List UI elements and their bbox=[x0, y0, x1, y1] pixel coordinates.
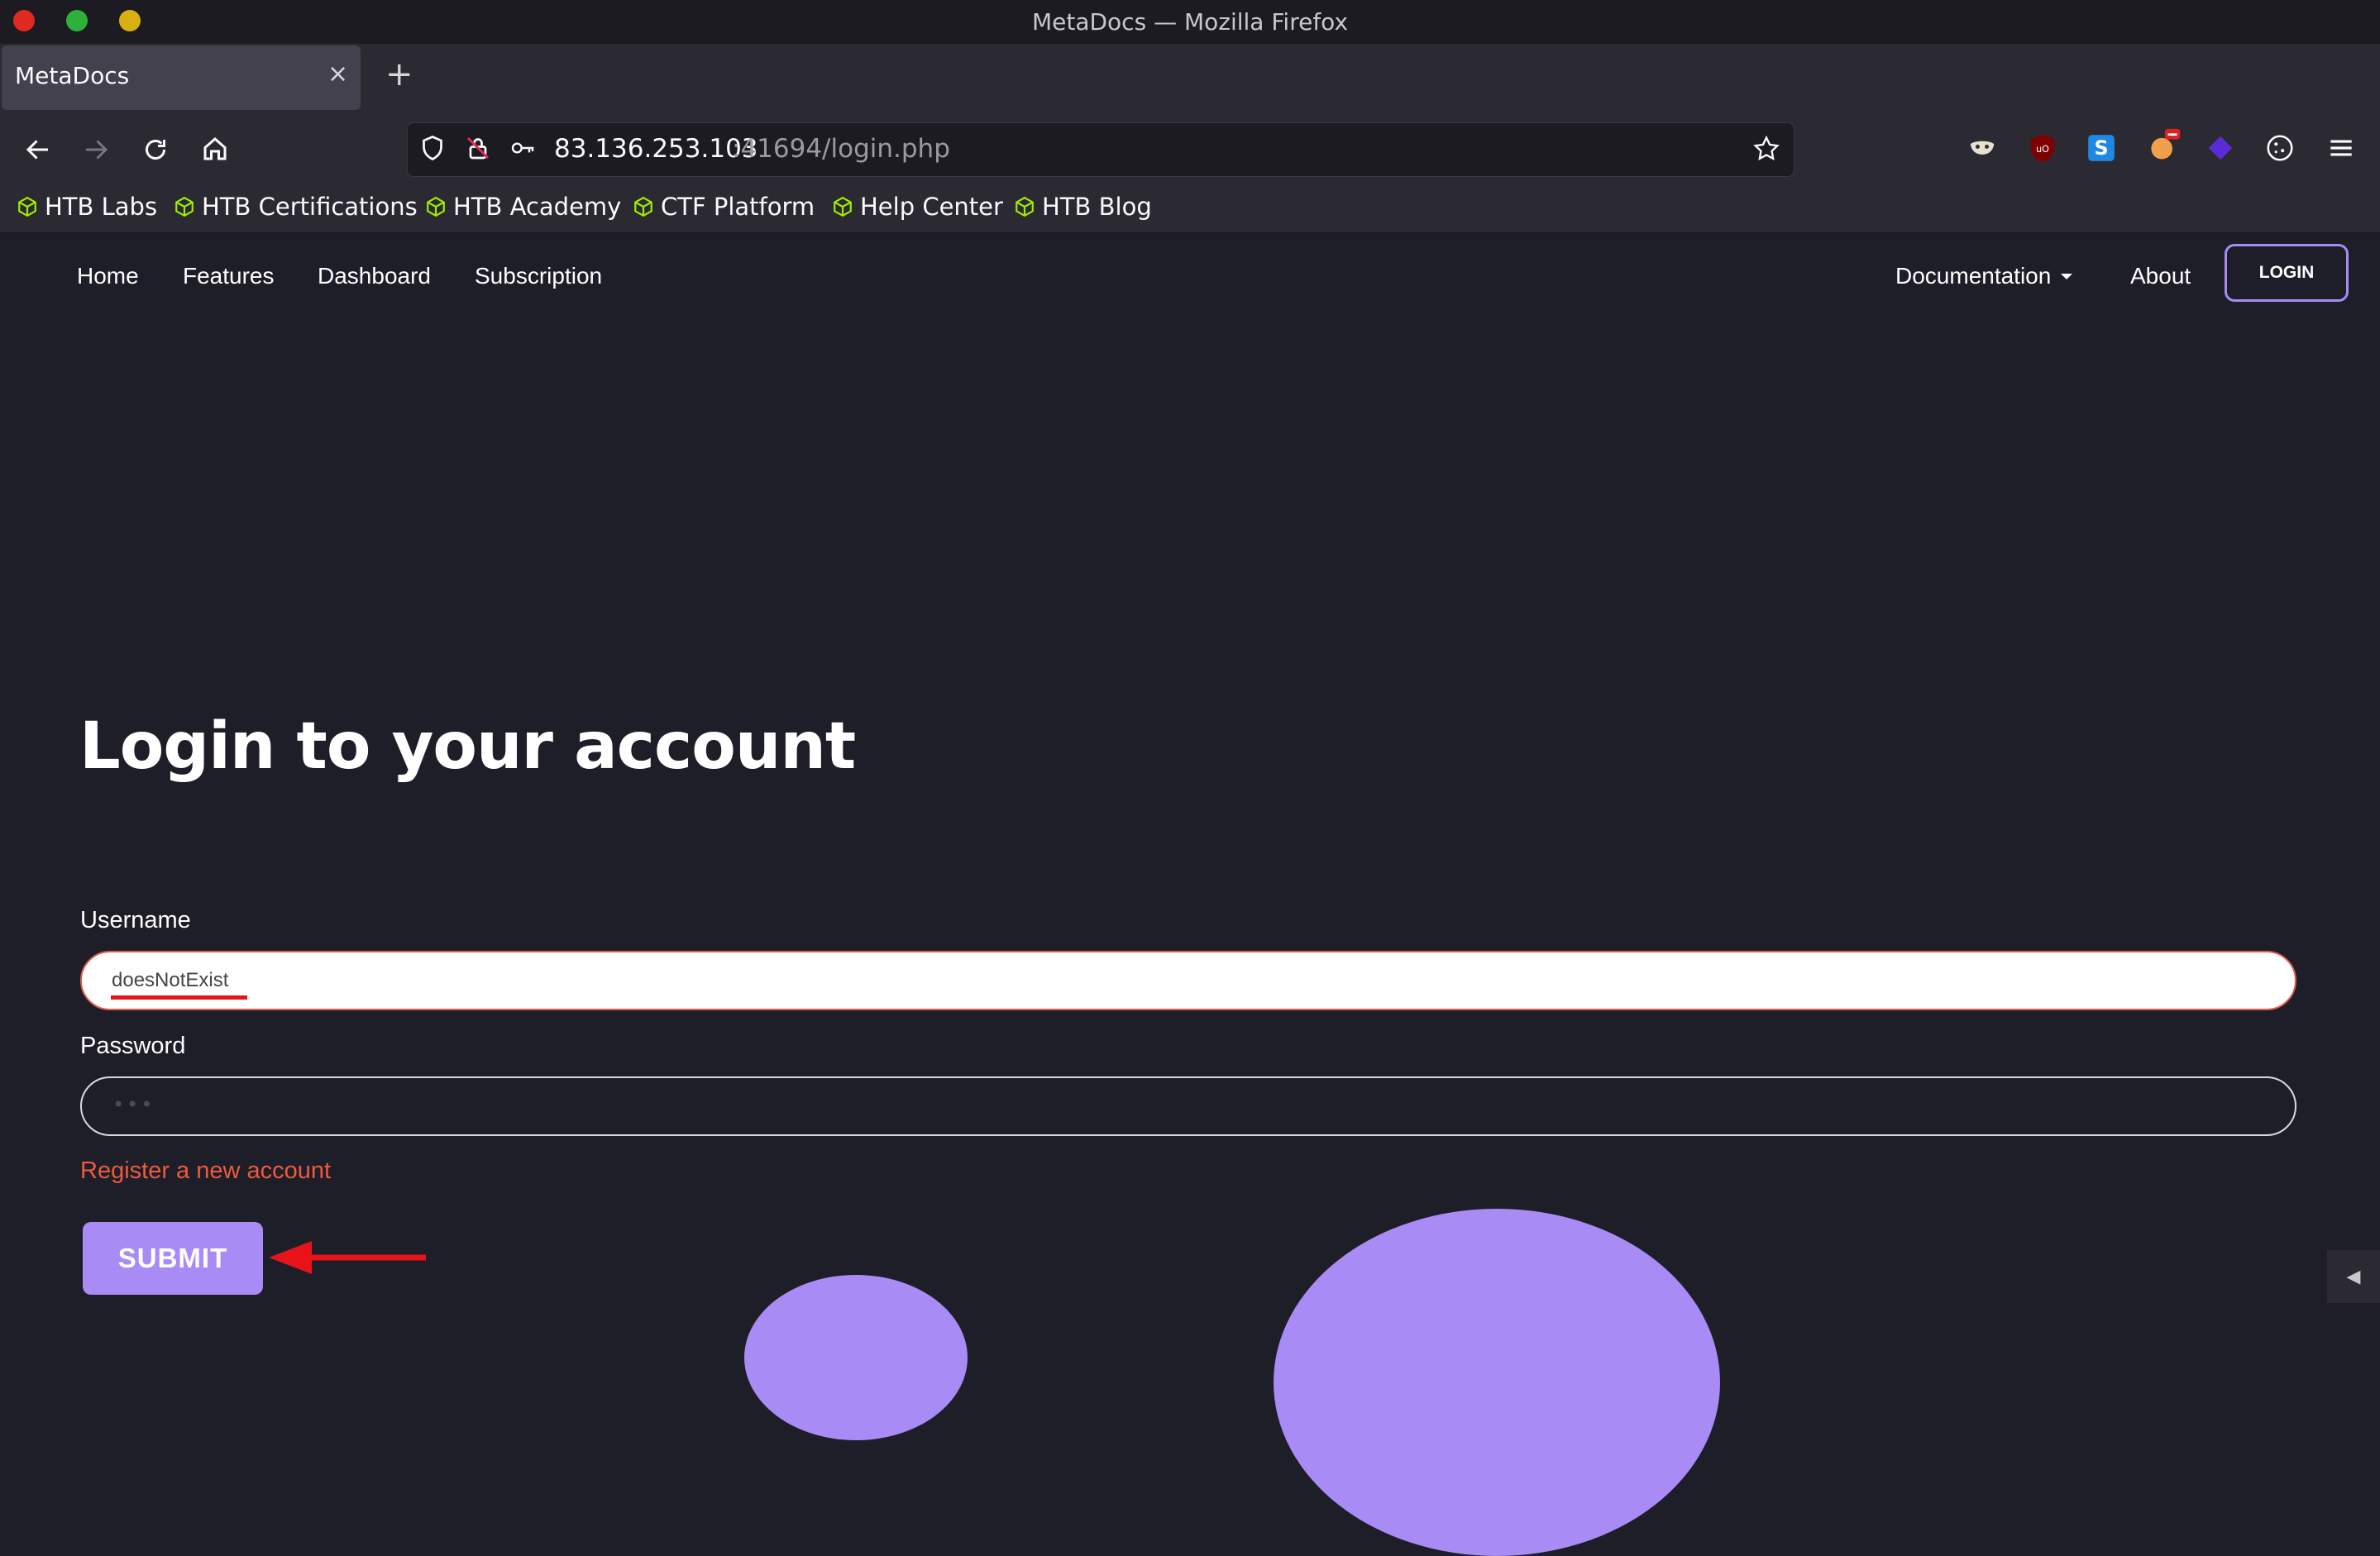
bookmark-star-icon[interactable] bbox=[1752, 134, 1781, 164]
svg-text:uO: uO bbox=[2036, 144, 2049, 155]
decorative-blob-large bbox=[1274, 1209, 1720, 1556]
nav-about[interactable]: About bbox=[2130, 263, 2191, 289]
back-arrow-icon[interactable] bbox=[23, 135, 53, 165]
extension-mask-icon[interactable] bbox=[1967, 132, 1998, 164]
htb-cube-icon bbox=[834, 196, 852, 217]
caret-down-icon bbox=[2061, 274, 2073, 279]
decorative-blob-small bbox=[744, 1275, 968, 1440]
nav-home[interactable]: Home bbox=[77, 263, 139, 289]
url-host: 83.136.253.103 bbox=[554, 134, 758, 164]
register-link[interactable]: Register a new account bbox=[80, 1157, 331, 1185]
bookmark-htb-certifications[interactable]: HTB Certifications bbox=[174, 193, 418, 221]
password-label: Password bbox=[80, 1033, 186, 1059]
bookmark-label: HTB Certifications bbox=[202, 193, 418, 221]
extension-s-icon[interactable]: S bbox=[2086, 132, 2117, 164]
nav-documentation-label: Documentation bbox=[1895, 263, 2052, 289]
new-tab-button[interactable]: + bbox=[385, 58, 413, 91]
bookmark-label: Help Center bbox=[860, 193, 1003, 221]
annotation-arrow-icon bbox=[269, 1241, 426, 1274]
htb-cube-icon bbox=[18, 196, 36, 217]
window-title: MetaDocs — Mozilla Firefox bbox=[1031, 8, 1349, 36]
extension-fox-icon[interactable] bbox=[2145, 127, 2182, 164]
bookmark-ctf-platform[interactable]: CTF Platform bbox=[633, 193, 815, 221]
forward-arrow-icon[interactable] bbox=[81, 135, 111, 165]
sidebar-toggle-icon[interactable]: ◀ bbox=[2327, 1250, 2380, 1303]
insecure-lock-icon[interactable] bbox=[463, 133, 493, 163]
nav-dashboard[interactable]: Dashboard bbox=[318, 263, 431, 289]
username-label: Username bbox=[80, 907, 191, 933]
htb-cube-icon bbox=[634, 196, 652, 217]
home-icon[interactable] bbox=[200, 134, 230, 164]
nav-documentation-dropdown[interactable]: Documentation bbox=[1895, 263, 2074, 289]
bookmark-htb-academy[interactable]: HTB Academy bbox=[425, 193, 621, 221]
bookmark-help-center[interactable]: Help Center bbox=[832, 193, 1003, 221]
nav-features[interactable]: Features bbox=[183, 263, 275, 289]
htb-cube-icon bbox=[427, 196, 445, 217]
htb-cube-icon bbox=[175, 196, 194, 217]
login-button[interactable]: LOGIN bbox=[2225, 244, 2349, 302]
password-input[interactable] bbox=[80, 1076, 2296, 1136]
page-title: Login to your account bbox=[79, 709, 856, 784]
htb-cube-icon bbox=[1016, 196, 1034, 217]
extension-diamond-icon[interactable] bbox=[2205, 132, 2236, 164]
hamburger-menu-icon[interactable] bbox=[2325, 132, 2357, 164]
bookmark-htb-labs[interactable]: HTB Labs bbox=[17, 193, 157, 221]
key-icon[interactable] bbox=[508, 135, 538, 161]
bookmark-label: HTB Academy bbox=[453, 193, 622, 221]
bookmark-htb-blog[interactable]: HTB Blog bbox=[1014, 193, 1152, 221]
tab-close-icon[interactable]: × bbox=[327, 60, 348, 88]
username-value: doesNotExist bbox=[112, 969, 229, 991]
url-path: :41694/login.php bbox=[732, 134, 950, 164]
bookmark-label: CTF Platform bbox=[661, 193, 815, 221]
bookmark-label: HTB Labs bbox=[45, 193, 158, 221]
ublock-origin-icon[interactable]: uO bbox=[2027, 132, 2058, 164]
password-mask: ••• bbox=[112, 1093, 155, 1116]
username-input[interactable] bbox=[80, 951, 2296, 1010]
cookie-icon[interactable] bbox=[2264, 132, 2296, 164]
svg-text:S: S bbox=[2094, 136, 2108, 160]
reload-icon[interactable] bbox=[141, 135, 170, 165]
tab-title: MetaDocs bbox=[15, 62, 130, 89]
annotation-underline bbox=[111, 995, 247, 1000]
tracking-shield-icon[interactable] bbox=[418, 133, 447, 163]
submit-button[interactable]: SUBMIT bbox=[83, 1222, 263, 1295]
nav-subscription[interactable]: Subscription bbox=[475, 263, 602, 289]
bookmark-label: HTB Blog bbox=[1042, 193, 1152, 221]
